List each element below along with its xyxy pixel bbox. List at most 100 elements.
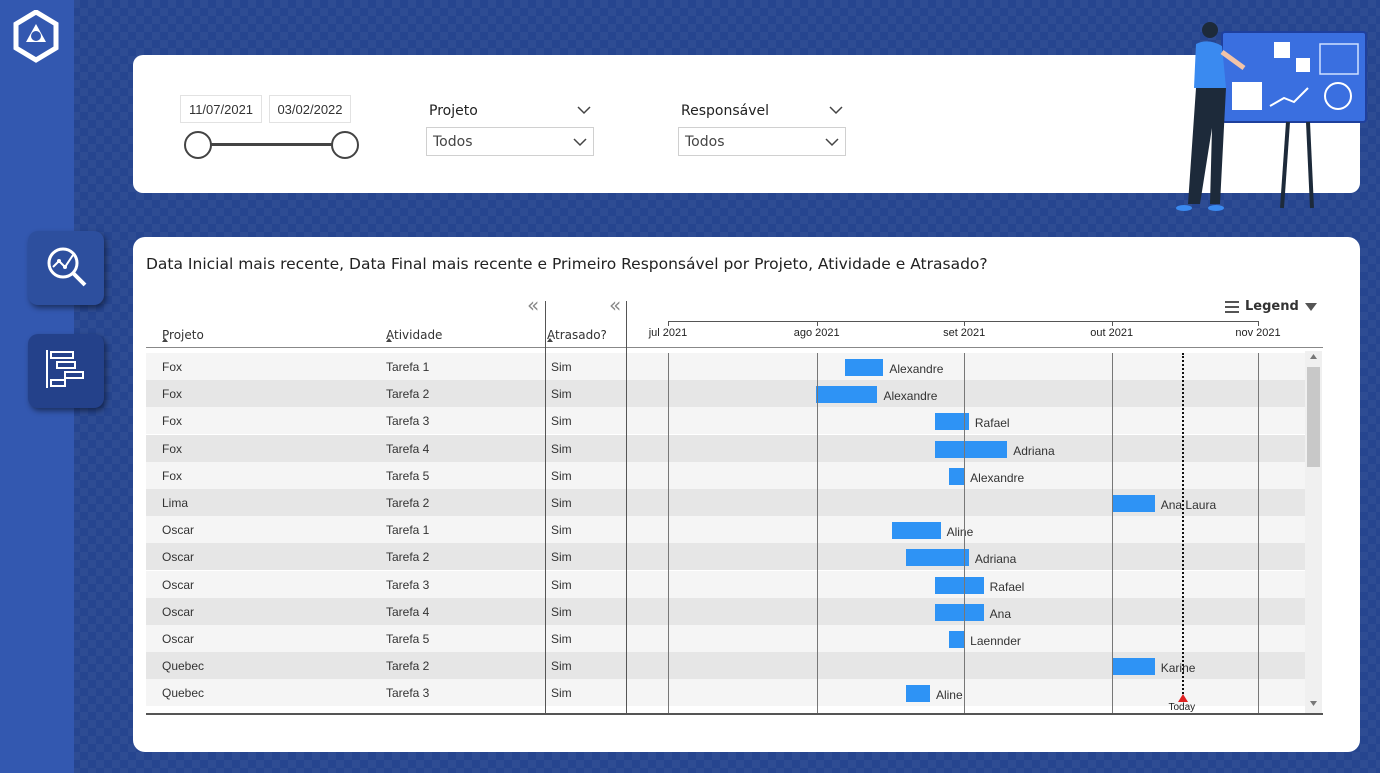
task-bar[interactable] bbox=[934, 576, 984, 594]
projeto-dropdown[interactable]: Todos bbox=[426, 127, 594, 156]
cell-atividade: Tarefa 3 bbox=[386, 414, 430, 429]
cell-atrasado: Sim bbox=[551, 632, 572, 646]
task-bar[interactable] bbox=[815, 386, 878, 404]
table-row[interactable]: Quebec Tarefa 2 Sim Karine bbox=[146, 652, 1305, 680]
axis-tick-label: ago 2021 bbox=[793, 327, 840, 339]
cell-atrasado: Sim bbox=[551, 604, 572, 619]
collapse-grid-button[interactable]: « bbox=[609, 295, 621, 315]
person-presenting-illustration bbox=[1170, 18, 1370, 218]
nav-analytics-button[interactable] bbox=[28, 231, 104, 305]
table-row[interactable]: Oscar Tarefa 5 Sim Laennder bbox=[146, 625, 1305, 652]
axis-tick-label: set 2021 bbox=[943, 327, 986, 339]
slider-end-handle[interactable] bbox=[331, 131, 359, 159]
table-row[interactable]: Fox Tarefa 2 Sim Alexandre bbox=[146, 380, 1305, 408]
task-responsible-label: Aline bbox=[946, 525, 974, 540]
slider-start-handle[interactable] bbox=[184, 131, 212, 159]
cell-atividade: Tarefa 1 bbox=[386, 523, 430, 538]
responsavel-dropdown[interactable]: Todos bbox=[678, 127, 846, 156]
gantt-rows: Fox Tarefa 1 Sim Alexandre Fox Tarefa 2 Sim Ale… bbox=[146, 353, 1305, 713]
task-bar[interactable] bbox=[892, 522, 941, 540]
cell-atrasado: Sim bbox=[551, 468, 572, 483]
cell-projeto: Quebec bbox=[162, 686, 205, 701]
axis-tick bbox=[1258, 321, 1259, 326]
axis-tick bbox=[1111, 321, 1113, 326]
cell-atividade: Tarefa 2 bbox=[386, 550, 430, 565]
table-row[interactable]: Quebec Tarefa 3 Sim Aline bbox=[146, 679, 1305, 707]
cell-projeto: Lima bbox=[162, 496, 189, 510]
cell-atividade: Tarefa 2 bbox=[386, 659, 430, 674]
scroll-thumb[interactable] bbox=[1307, 367, 1320, 467]
cell-projeto: Fox bbox=[162, 414, 183, 429]
nav-gantt-button[interactable] bbox=[28, 334, 104, 408]
col-header-projeto[interactable]: Projeto bbox=[162, 328, 204, 342]
grid-bottom bbox=[146, 713, 1323, 715]
cell-atrasado: Sim bbox=[551, 387, 572, 402]
task-bar[interactable] bbox=[1111, 495, 1155, 512]
task-bar[interactable] bbox=[1111, 658, 1155, 676]
cell-atividade: Tarefa 4 bbox=[386, 604, 430, 619]
task-bar[interactable] bbox=[949, 631, 965, 648]
cell-atividade: Tarefa 2 bbox=[386, 496, 430, 510]
task-bar[interactable] bbox=[934, 440, 1008, 458]
today-marker-icon bbox=[1178, 694, 1189, 702]
cell-atrasado: Sim bbox=[551, 550, 572, 565]
legend-toggle[interactable]: Legend bbox=[1225, 299, 1317, 314]
responsavel-slicer-title: Responsável bbox=[681, 103, 769, 119]
task-responsible-label: Adriana bbox=[974, 552, 1017, 567]
table-row[interactable]: Lima Tarefa 2 Sim Ana Laura bbox=[146, 489, 1305, 516]
task-bar[interactable] bbox=[906, 685, 930, 703]
table-row[interactable]: Fox Tarefa 3 Sim Rafael bbox=[146, 407, 1305, 435]
logo-icon bbox=[10, 9, 62, 66]
table-row[interactable]: Fox Tarefa 1 Sim Alexandre bbox=[146, 353, 1305, 380]
cell-atividade: Tarefa 2 bbox=[386, 387, 430, 402]
collapse-columns-button[interactable]: « bbox=[527, 295, 539, 315]
date-range-slider[interactable] bbox=[195, 143, 345, 146]
end-date-input[interactable]: 03/02/2022 bbox=[269, 95, 351, 123]
col-header-atrasado[interactable]: Atrasado? bbox=[547, 328, 607, 342]
cell-projeto: Fox bbox=[162, 387, 183, 402]
axis-tick-label: jul 2021 bbox=[648, 327, 688, 339]
month-gridline bbox=[1111, 353, 1113, 713]
caret-down-icon bbox=[1304, 302, 1317, 311]
cell-projeto: Fox bbox=[162, 468, 183, 483]
cell-atividade: Tarefa 1 bbox=[386, 360, 430, 374]
chevron-down-icon bbox=[573, 138, 587, 147]
cell-projeto: Fox bbox=[162, 360, 183, 374]
task-responsible-label: Aline bbox=[935, 688, 963, 703]
month-gridline bbox=[668, 353, 669, 713]
col-header-atividade[interactable]: Atividade bbox=[386, 328, 442, 342]
task-bar[interactable] bbox=[949, 467, 965, 485]
task-bar[interactable] bbox=[845, 359, 884, 376]
task-responsible-label: Laennder bbox=[970, 634, 1021, 648]
table-row[interactable]: Fox Tarefa 4 Sim Adriana bbox=[146, 434, 1305, 462]
task-bar[interactable] bbox=[906, 549, 969, 567]
start-date-input[interactable]: 11/07/2021 bbox=[180, 95, 262, 123]
scroll-down-icon[interactable] bbox=[1310, 701, 1317, 706]
axis-tick bbox=[964, 321, 966, 326]
header-divider bbox=[146, 347, 1323, 348]
cell-projeto: Oscar bbox=[162, 523, 195, 538]
axis-tick-label: nov 2021 bbox=[1235, 327, 1281, 339]
table-row[interactable]: Oscar Tarefa 4 Sim Ana bbox=[146, 597, 1305, 625]
task-responsible-label: Alexandre bbox=[883, 389, 938, 404]
cell-atividade: Tarefa 5 bbox=[386, 632, 430, 646]
axis-tick bbox=[668, 321, 669, 326]
today-line bbox=[1182, 353, 1185, 701]
vertical-scrollbar[interactable] bbox=[1305, 351, 1322, 713]
axis-tick-label: out 2021 bbox=[1090, 327, 1134, 339]
table-row[interactable]: Oscar Tarefa 2 Sim Adriana bbox=[146, 543, 1305, 571]
column-divider bbox=[545, 301, 546, 713]
table-row[interactable]: Fox Tarefa 5 Sim Alexandre bbox=[146, 461, 1305, 489]
cell-projeto: Quebec bbox=[162, 659, 205, 674]
task-bar[interactable] bbox=[934, 603, 984, 621]
month-gridline bbox=[964, 353, 966, 713]
table-row[interactable]: Oscar Tarefa 1 Sim Aline bbox=[146, 516, 1305, 544]
cell-atrasado: Sim bbox=[551, 414, 572, 429]
scroll-up-icon[interactable] bbox=[1310, 354, 1317, 359]
cell-atrasado: Sim bbox=[551, 523, 572, 538]
cell-projeto: Oscar bbox=[162, 604, 195, 619]
table-row[interactable]: Oscar Tarefa 3 Sim Rafael bbox=[146, 570, 1305, 598]
chevron-down-icon[interactable] bbox=[829, 106, 843, 115]
task-responsible-label: Karine bbox=[1160, 661, 1196, 676]
chevron-down-icon[interactable] bbox=[577, 106, 591, 115]
